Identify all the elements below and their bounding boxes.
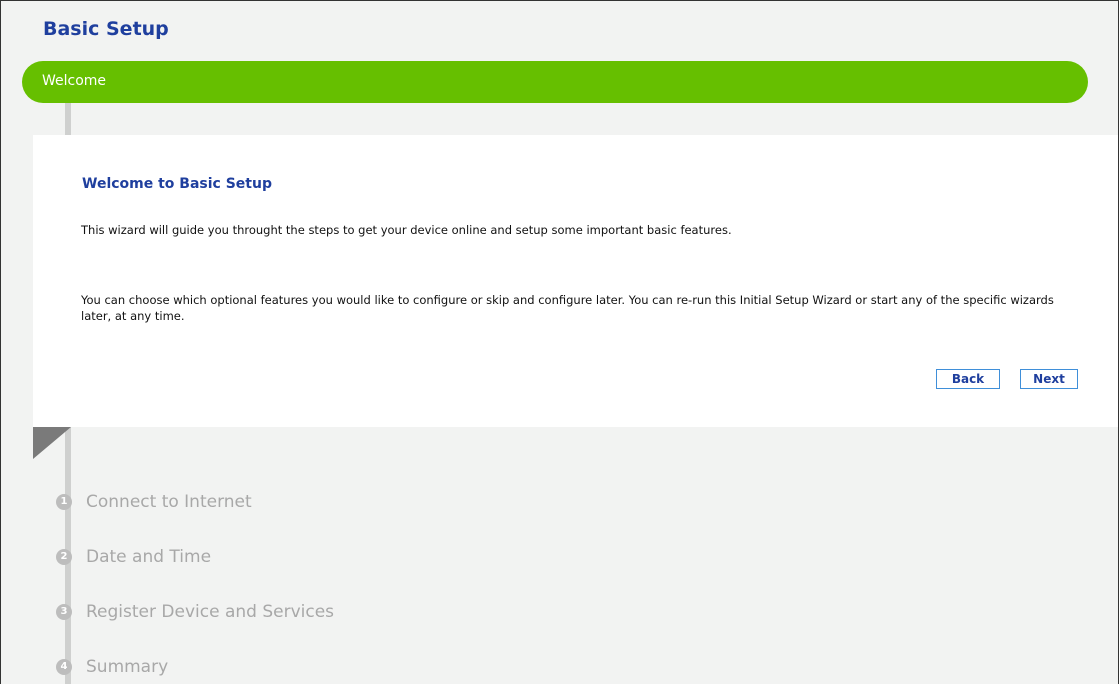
welcome-card: Welcome to Basic Setup This wizard will … bbox=[33, 135, 1118, 427]
step-label: Connect to Internet bbox=[86, 492, 252, 512]
card-heading: Welcome to Basic Setup bbox=[82, 176, 272, 192]
page-title: Basic Setup bbox=[43, 18, 169, 40]
step-number-badge: 1 bbox=[56, 494, 72, 510]
intro-paragraph: This wizard will guide you throught the … bbox=[81, 223, 732, 237]
stage-welcome-label: Welcome bbox=[42, 73, 107, 89]
back-button[interactable]: Back bbox=[936, 369, 1000, 389]
options-paragraph: You can choose which optional features y… bbox=[81, 293, 1054, 323]
next-button[interactable]: Next bbox=[1020, 369, 1078, 389]
timeline-pointer-icon bbox=[33, 427, 71, 459]
timeline-connector-top bbox=[65, 103, 71, 135]
stage-welcome-bar: Welcome bbox=[22, 61, 1088, 103]
step-label: Summary bbox=[86, 657, 169, 677]
step-number-badge: 2 bbox=[56, 549, 72, 565]
step-label: Date and Time bbox=[86, 547, 212, 567]
basic-setup-panel: Basic Setup Welcome Welcome to Basic Set… bbox=[0, 0, 1119, 684]
step-number-badge: 4 bbox=[56, 659, 72, 675]
step-number-badge: 3 bbox=[56, 604, 72, 620]
step-label: Register Device and Services bbox=[86, 602, 335, 622]
